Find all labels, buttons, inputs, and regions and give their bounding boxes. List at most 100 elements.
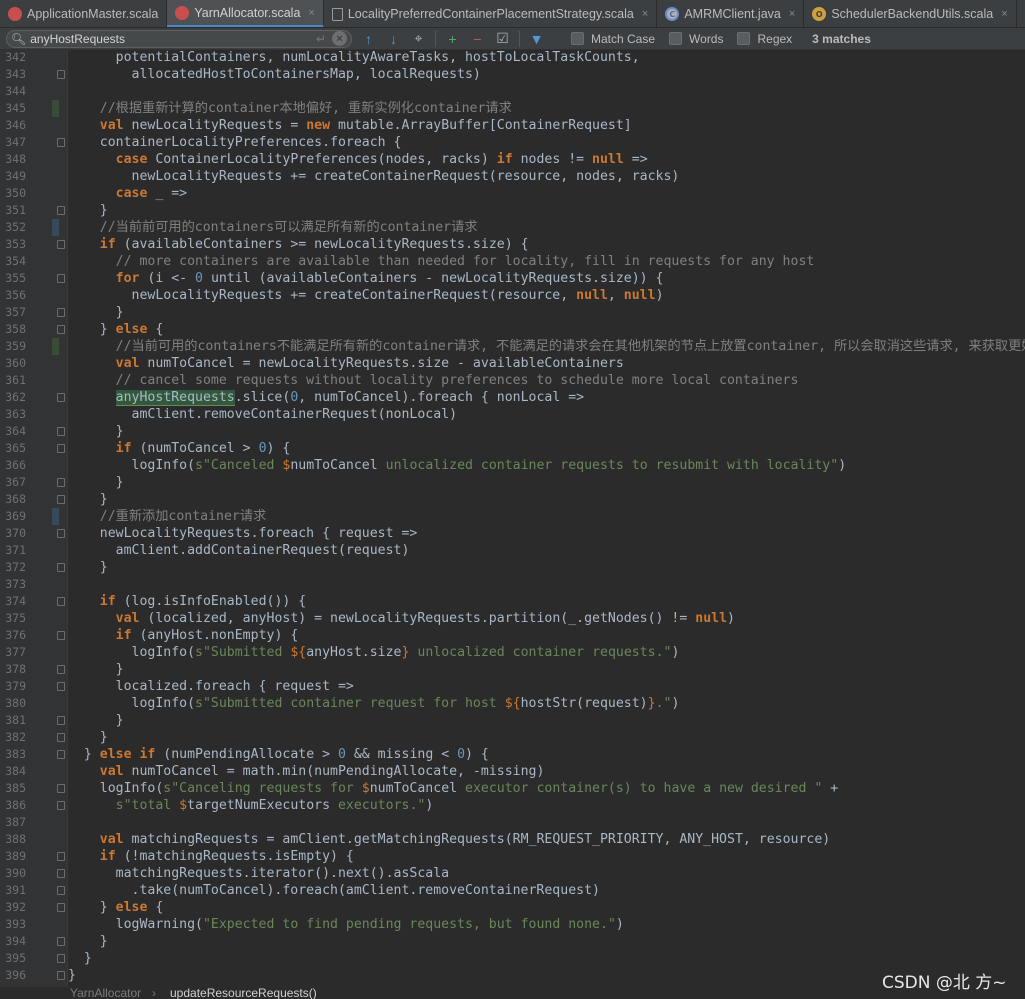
code-line[interactable]: } xyxy=(68,661,124,678)
code-area[interactable]: potentialContainers, numLocalityAwareTas… xyxy=(68,50,1025,987)
gutter-line[interactable]: 350 xyxy=(0,185,68,202)
breadcrumb-class[interactable]: YarnAllocator xyxy=(70,987,141,999)
gutter-line[interactable]: 384 xyxy=(0,763,68,780)
gutter-line[interactable]: 374 xyxy=(0,593,68,610)
remove-occurrence-icon[interactable]: − xyxy=(469,31,486,47)
gutter-line[interactable]: 351 xyxy=(0,202,68,219)
change-marker[interactable] xyxy=(52,508,59,525)
find-all-icon[interactable]: ⌖ xyxy=(410,30,427,47)
code-line[interactable]: newLocalityRequests.foreach { request => xyxy=(68,525,418,542)
fold-icon[interactable] xyxy=(57,801,65,810)
gutter-line[interactable]: 380 xyxy=(0,695,68,712)
code-line[interactable]: // more containers are available than ne… xyxy=(68,253,815,270)
gutter-line[interactable]: 382 xyxy=(0,729,68,746)
fold-icon[interactable] xyxy=(57,478,65,487)
code-line[interactable]: if (!matchingRequests.isEmpty) { xyxy=(68,848,354,865)
code-line[interactable]: s"total $targetNumExecutors executors.") xyxy=(68,797,434,814)
tab-3[interactable]: C AMRMClient.java × xyxy=(657,0,805,27)
code-line[interactable]: if (numToCancel > 0) { xyxy=(68,440,291,457)
search-icon[interactable]: 🔍︎ xyxy=(11,32,26,46)
gutter-line[interactable]: 343 xyxy=(0,66,68,83)
gutter-line[interactable]: 376 xyxy=(0,627,68,644)
close-tab-icon[interactable]: × xyxy=(308,7,314,19)
fold-icon[interactable] xyxy=(57,937,65,946)
code-editor[interactable]: 342 343 344 345 346 347 348 349 350 351 352 353 354 3… xyxy=(0,50,1025,987)
gutter-line[interactable]: 393 xyxy=(0,916,68,933)
regex-box[interactable] xyxy=(737,32,751,45)
fold-icon[interactable] xyxy=(57,138,65,147)
code-line[interactable]: if (anyHost.nonEmpty) { xyxy=(68,627,299,644)
code-line[interactable]: } else if (numPendingAllocate > 0 && mis… xyxy=(68,746,489,763)
gutter-line[interactable]: 353 xyxy=(0,236,68,253)
fold-icon[interactable] xyxy=(57,70,65,79)
code-line[interactable]: matchingRequests.iterator().next().asSca… xyxy=(68,865,449,882)
gutter-line[interactable]: 346 xyxy=(0,117,68,134)
fold-icon[interactable] xyxy=(57,308,65,317)
fold-icon[interactable] xyxy=(57,206,65,215)
code-line[interactable]: } xyxy=(68,933,108,950)
code-line[interactable]: if (availableContainers >= newLocalityRe… xyxy=(68,236,529,253)
gutter-line[interactable]: 379 xyxy=(0,678,68,695)
code-line[interactable]: //当前前可用的containers可以满足所有新的container请求 xyxy=(68,219,478,236)
gutter-line[interactable]: 359 xyxy=(0,338,68,355)
gutter-line[interactable]: 367 xyxy=(0,474,68,491)
code-line[interactable]: amClient.removeContainerRequest(nonLocal… xyxy=(68,406,458,423)
fold-icon[interactable] xyxy=(57,784,65,793)
tab-5[interactable]: U xyxy=(1017,0,1025,27)
gutter-line[interactable]: 360 xyxy=(0,355,68,372)
code-line[interactable]: } xyxy=(68,712,124,729)
breadcrumb-method[interactable]: updateResourceRequests() xyxy=(170,987,317,999)
gutter-line[interactable]: 356 xyxy=(0,287,68,304)
words-checkbox[interactable]: Words xyxy=(669,32,723,46)
change-marker[interactable] xyxy=(52,219,59,236)
fold-icon[interactable] xyxy=(57,954,65,963)
code-line[interactable]: //重新添加container请求 xyxy=(68,508,266,525)
gutter-line[interactable]: 381 xyxy=(0,712,68,729)
search-box[interactable]: 🔍︎ ↵ × xyxy=(6,29,352,48)
fold-icon[interactable] xyxy=(57,869,65,878)
code-line[interactable]: val newLocalityRequests = new mutable.Ar… xyxy=(68,117,632,134)
code-line[interactable]: } xyxy=(68,950,92,967)
code-line[interactable]: case ContainerLocalityPreferences(nodes,… xyxy=(68,151,648,168)
gutter-line[interactable]: 378 xyxy=(0,661,68,678)
fold-icon[interactable] xyxy=(57,750,65,759)
tab-0[interactable]: ApplicationMaster.scala xyxy=(0,0,168,27)
fold-icon[interactable] xyxy=(57,852,65,861)
next-occurrence-icon[interactable]: ↓ xyxy=(385,31,402,47)
gutter-line[interactable]: 349 xyxy=(0,168,68,185)
fold-icon[interactable] xyxy=(57,716,65,725)
code-line[interactable]: } xyxy=(68,729,108,746)
code-line[interactable]: //根据重新计算的container本地偏好, 重新实例化container请求 xyxy=(68,100,512,117)
gutter-line[interactable]: 370 xyxy=(0,525,68,542)
code-line[interactable]: } xyxy=(68,304,124,321)
gutter-line[interactable]: 358 xyxy=(0,321,68,338)
gutter-line[interactable]: 392 xyxy=(0,899,68,916)
gutter-line[interactable]: 365 xyxy=(0,440,68,457)
gutter-line[interactable]: 364 xyxy=(0,423,68,440)
code-line[interactable]: potentialContainers, numLocalityAwareTas… xyxy=(68,50,640,66)
code-line[interactable]: val matchingRequests = amClient.getMatch… xyxy=(68,831,830,848)
code-line[interactable]: logInfo(s"Canceling requests for $numToC… xyxy=(68,780,838,797)
gutter-line[interactable]: 366 xyxy=(0,457,68,474)
fold-icon[interactable] xyxy=(57,563,65,572)
code-line[interactable]: // cancel some requests without locality… xyxy=(68,372,799,389)
code-line[interactable]: anyHostRequests.slice(0, numToCancel).fo… xyxy=(68,389,584,406)
fold-icon[interactable] xyxy=(57,886,65,895)
gutter-line[interactable]: 354 xyxy=(0,253,68,270)
code-line[interactable]: //当前可用的containers不能满足所有新的container请求, 不能… xyxy=(68,338,1025,355)
previous-occurrence-icon[interactable]: ↑ xyxy=(360,31,377,47)
close-tab-icon[interactable]: × xyxy=(642,8,648,20)
fold-icon[interactable] xyxy=(57,682,65,691)
code-line[interactable]: newLocalityRequests += createContainerRe… xyxy=(68,168,680,185)
code-line[interactable]: localized.foreach { request => xyxy=(68,678,354,695)
fold-icon[interactable] xyxy=(57,240,65,249)
match-case-box[interactable] xyxy=(571,32,584,45)
gutter-line[interactable]: 347 xyxy=(0,134,68,151)
tab-4[interactable]: O SchedulerBackendUtils.scala × xyxy=(804,0,1017,27)
code-line[interactable]: logInfo(s"Submitted container request fo… xyxy=(68,695,680,712)
code-line[interactable]: } xyxy=(68,967,76,984)
close-tab-icon[interactable]: × xyxy=(1001,8,1007,20)
filter-icon[interactable]: ▼ xyxy=(528,31,545,47)
regex-checkbox[interactable]: Regex xyxy=(737,32,792,46)
code-line[interactable]: } else { xyxy=(68,899,164,916)
